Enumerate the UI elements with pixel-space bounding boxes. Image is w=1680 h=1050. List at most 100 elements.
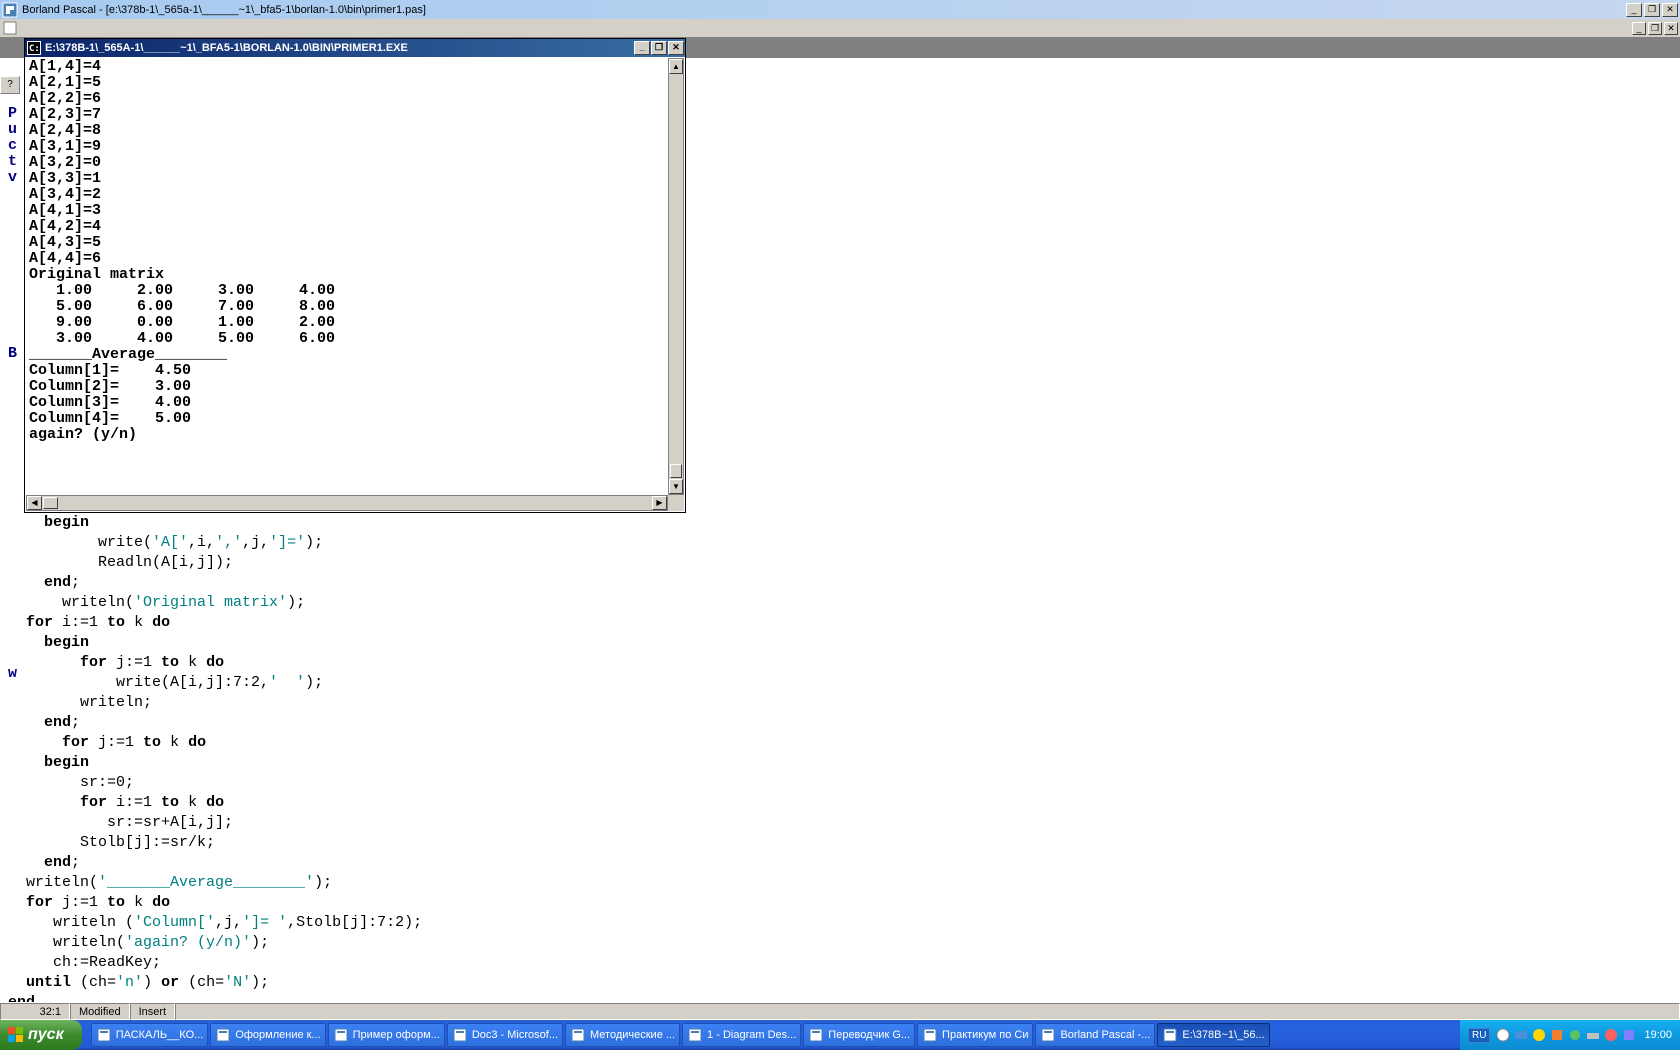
- toolbar-icon-1[interactable]: [2, 20, 18, 36]
- scroll-down-button[interactable]: ▼: [669, 479, 683, 494]
- code-line: ch:=ReadKey;: [8, 953, 1676, 973]
- status-cursor-pos: 32:1: [0, 1003, 70, 1020]
- console-maximize-button[interactable]: ❐: [651, 41, 667, 55]
- taskbar-item-label: ПАСКАЛЬ__КО...: [116, 1029, 204, 1041]
- code-line: begin: [8, 633, 1676, 653]
- svg-text:C:: C:: [29, 44, 40, 54]
- console-scrollbar-horizontal[interactable]: ◀ ▶: [26, 495, 668, 511]
- taskbar-item[interactable]: Переводчик G...: [803, 1023, 915, 1047]
- code-line: Readln(A[i,j]);: [8, 553, 1676, 573]
- code-line: writeln('_______Average________');: [8, 873, 1676, 893]
- taskbar-item-label: Doc3 - Microsof...: [472, 1029, 558, 1041]
- code-line: write(A[i,j]:7:2,' ');: [8, 673, 1676, 693]
- code-line: begin: [8, 513, 1676, 533]
- taskbar-item-icon: [1040, 1027, 1056, 1043]
- main-close-button[interactable]: ✕: [1662, 3, 1678, 17]
- code-editor[interactable]: begin write('A[',i,',',j,']='); Readln(A…: [8, 513, 1676, 1013]
- taskbar-item[interactable]: E:\378B~1\_56...: [1157, 1023, 1269, 1047]
- tray-icon-6[interactable]: [1585, 1027, 1601, 1043]
- main-title: Borland Pascal - [e:\378b-1\_565a-1\____…: [22, 4, 1626, 16]
- taskbar-item-label: 1 - Diagram Des...: [707, 1029, 796, 1041]
- taskbar-item[interactable]: Borland Pascal -...: [1035, 1023, 1155, 1047]
- tray-icon-3[interactable]: [1531, 1027, 1547, 1043]
- start-button[interactable]: пуск: [0, 1020, 82, 1050]
- scroll-right-button[interactable]: ▶: [652, 496, 667, 510]
- code-line: for j:=1 to k do: [8, 653, 1676, 673]
- code-line: write('A[',i,',',j,']=');: [8, 533, 1676, 553]
- console-resize-grip[interactable]: [668, 495, 684, 511]
- console-minimize-button[interactable]: _: [634, 41, 650, 55]
- toolbar: _ ❐ ✕: [0, 19, 1680, 38]
- code-line: end;: [8, 853, 1676, 873]
- taskbar-item-icon: [922, 1027, 938, 1043]
- console-window: C: E:\378B-1\_565A-1\______~1\_BFA5-1\BO…: [24, 38, 686, 513]
- taskbar-item-label: Практикум по Си: [942, 1029, 1028, 1041]
- code-line: sr:=sr+A[i,j];: [8, 813, 1676, 833]
- mdi-area: ? P u c t v B w C: E:\378B-1\_565A-1\___…: [0, 38, 1680, 1024]
- mdi-minimize-button[interactable]: _: [1632, 22, 1646, 35]
- code-line: end;: [8, 713, 1676, 733]
- console-icon: C:: [27, 41, 41, 55]
- tray-icon-7[interactable]: [1603, 1027, 1619, 1043]
- taskbar-item[interactable]: 1 - Diagram Des...: [682, 1023, 801, 1047]
- taskbar-item-label: Пример оформ...: [353, 1029, 440, 1041]
- taskbar-item-label: Методические ...: [590, 1029, 675, 1041]
- taskbar-item-icon: [452, 1027, 468, 1043]
- taskbar-item-label: Оформление к...: [235, 1029, 320, 1041]
- taskbar: пуск ПАСКАЛЬ__КО... Оформление к... Пример…: [0, 1020, 1680, 1050]
- mdi-close-button[interactable]: ✕: [1664, 22, 1678, 35]
- code-line: for j:=1 to k do: [8, 893, 1676, 913]
- console-close-button[interactable]: ✕: [668, 41, 684, 55]
- scroll-thumb-v[interactable]: [670, 464, 682, 478]
- taskbar-item-label: Переводчик G...: [828, 1029, 910, 1041]
- scroll-thumb-h[interactable]: [43, 497, 58, 509]
- taskbar-item[interactable]: Пример оформ...: [328, 1023, 445, 1047]
- language-indicator[interactable]: RU: [1468, 1028, 1490, 1043]
- taskbar-item-icon: [215, 1027, 231, 1043]
- code-line: for j:=1 to k do: [8, 733, 1676, 753]
- console-titlebar[interactable]: C: E:\378B-1\_565A-1\______~1\_BFA5-1\BO…: [25, 39, 685, 57]
- code-line: Stolb[j]:=sr/k;: [8, 833, 1676, 853]
- console-scrollbar-vertical[interactable]: ▲ ▼: [668, 58, 684, 495]
- scroll-left-button[interactable]: ◀: [27, 496, 42, 510]
- tray-icon-8[interactable]: [1621, 1027, 1637, 1043]
- taskbar-item[interactable]: Оформление к...: [210, 1023, 325, 1047]
- tray-icon-5[interactable]: [1567, 1027, 1583, 1043]
- code-line: end;: [8, 573, 1676, 593]
- code-line: for i:=1 to k do: [8, 793, 1676, 813]
- taskbar-item[interactable]: Практикум по Си: [917, 1023, 1033, 1047]
- console-output[interactable]: A[1,4]=4 A[2,1]=5 A[2,2]=6 A[2,3]=7 A[2,…: [25, 57, 685, 512]
- taskbar-item-label: E:\378B~1\_56...: [1182, 1029, 1264, 1041]
- taskbar-item-label: Borland Pascal -...: [1060, 1029, 1150, 1041]
- taskbar-item-icon: [570, 1027, 586, 1043]
- mdi-maximize-button[interactable]: ❐: [1648, 22, 1662, 35]
- taskbar-item[interactable]: Методические ...: [565, 1023, 680, 1047]
- taskbar-item-icon: [687, 1027, 703, 1043]
- status-bar: 32:1 Modified Insert: [0, 1002, 1680, 1020]
- code-line: until (ch='n') or (ch='N');: [8, 973, 1676, 993]
- code-line: writeln;: [8, 693, 1676, 713]
- tray-icon-4[interactable]: [1549, 1027, 1565, 1043]
- tray-clock[interactable]: 19:00: [1644, 1029, 1672, 1041]
- code-line: writeln('again? (y/n)');: [8, 933, 1676, 953]
- taskbar-item-icon: [96, 1027, 112, 1043]
- main-titlebar: Borland Pascal - [e:\378b-1\_565a-1\____…: [0, 0, 1680, 19]
- system-tray: RU 19:00: [1460, 1020, 1680, 1050]
- main-maximize-button[interactable]: ❐: [1644, 3, 1660, 17]
- windows-flag-icon: [8, 1027, 24, 1043]
- status-rest: [175, 1003, 1680, 1020]
- code-line: begin: [8, 753, 1676, 773]
- app-icon: [2, 2, 18, 18]
- code-line: for i:=1 to k do: [8, 613, 1676, 633]
- scroll-up-button[interactable]: ▲: [669, 59, 683, 74]
- code-line: writeln ('Column[',j,']= ',Stolb[j]:7:2)…: [8, 913, 1676, 933]
- code-line: writeln('Original matrix');: [8, 593, 1676, 613]
- tray-icon-1[interactable]: [1495, 1027, 1511, 1043]
- status-insert: Insert: [130, 1003, 176, 1020]
- tray-icon-2[interactable]: [1513, 1027, 1529, 1043]
- taskbar-item[interactable]: ПАСКАЛЬ__КО...: [91, 1023, 209, 1047]
- taskbar-item[interactable]: Doc3 - Microsof...: [447, 1023, 563, 1047]
- taskbar-item-icon: [333, 1027, 349, 1043]
- main-minimize-button[interactable]: _: [1626, 3, 1642, 17]
- status-modified: Modified: [70, 1003, 130, 1020]
